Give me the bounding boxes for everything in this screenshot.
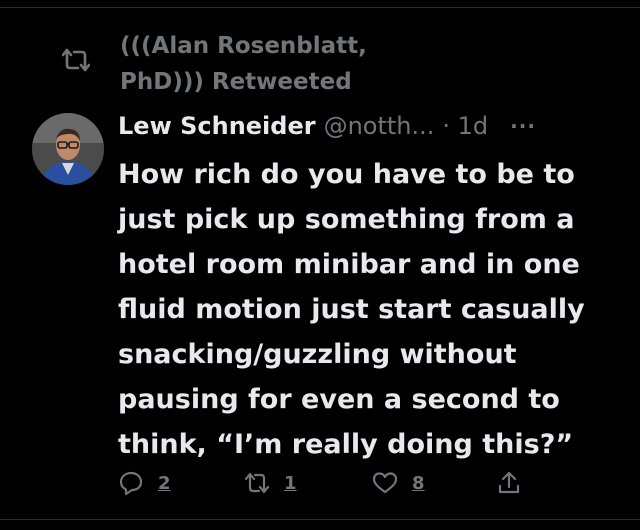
tweet-timestamp[interactable]: · 1d [442, 112, 488, 140]
share-icon [498, 471, 520, 494]
author-handle[interactable]: @notth... [324, 112, 435, 140]
bottom-divider [0, 519, 640, 520]
author-name[interactable]: Lew Schneider [118, 112, 316, 140]
share-button[interactable] [496, 470, 522, 496]
tweet-header: Lew Schneider @notth... · 1d ··· [118, 106, 618, 146]
retweet-icon [62, 48, 90, 72]
like-button[interactable]: 8 [372, 470, 425, 496]
reply-icon [119, 471, 143, 496]
top-divider [0, 7, 640, 8]
retweet-count: 1 [284, 472, 297, 494]
retweet-action-icon [244, 472, 270, 494]
reply-button[interactable]: 2 [118, 470, 171, 496]
tweet-text: How rich do you have to be to just pick … [118, 159, 585, 460]
tweet-actions: 2 1 8 [0, 470, 640, 504]
avatar-image [32, 113, 104, 185]
retweet-button[interactable]: 1 [244, 470, 297, 496]
reply-count: 2 [158, 472, 171, 494]
more-options-icon[interactable]: ··· [510, 116, 536, 136]
like-count: 8 [412, 472, 425, 494]
heart-icon [372, 472, 398, 494]
avatar[interactable] [32, 113, 104, 185]
retweeted-by-label[interactable]: (((Alan Rosenblatt, PhD))) Retweeted [120, 28, 450, 100]
retweet-indicator: (((Alan Rosenblatt, PhD))) Retweeted [62, 28, 450, 100]
